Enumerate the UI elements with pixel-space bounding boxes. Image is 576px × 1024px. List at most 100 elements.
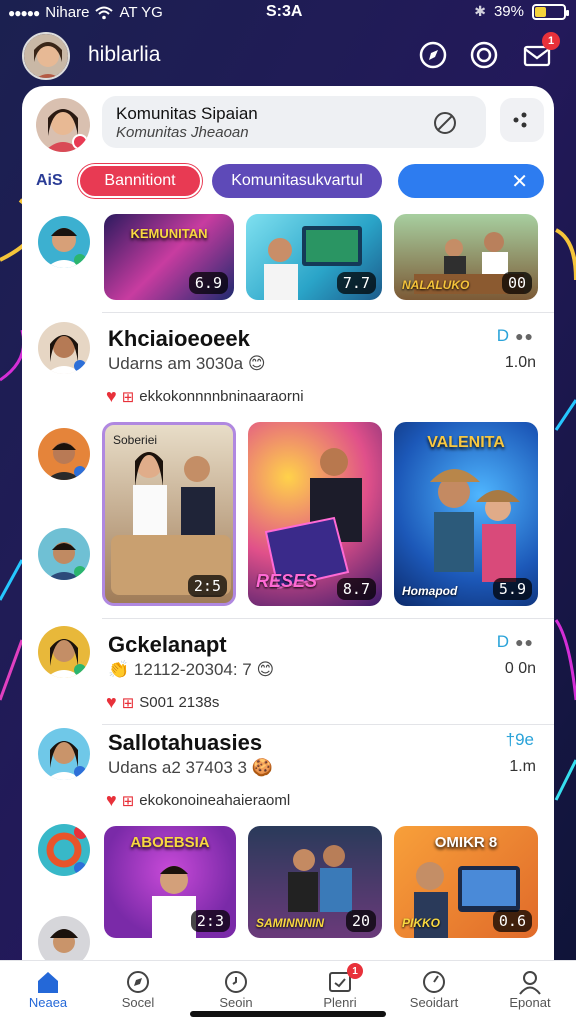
feed-card: Komunitas Sipaian Komunitas Jheaoan AiS … [22, 86, 554, 1024]
nav-search[interactable]: Seoin [188, 969, 284, 1017]
avatar[interactable] [38, 216, 90, 268]
signal-dots-icon: ●●●●● [8, 5, 40, 20]
nav-saved[interactable]: Seoidart [386, 969, 482, 1017]
post-reactions[interactable]: ♥ ⊞ S001 2138s [106, 692, 219, 713]
divider [102, 618, 554, 619]
record-icon[interactable] [469, 40, 499, 70]
divider [102, 724, 554, 725]
thumb-count: 2:5 [187, 575, 227, 597]
more-dots-icon [513, 112, 527, 128]
post-author[interactable]: Khciaioeoeek [108, 326, 250, 352]
video-thumb[interactable]: SAMINNNIN 20 [248, 826, 382, 938]
video-thumb[interactable]: Soberiei 2:5 [102, 422, 236, 606]
thumb-count: 8.7 [336, 578, 376, 600]
post-controls[interactable]: D ●● [497, 632, 534, 652]
thumb-title: VALENITA [427, 434, 505, 451]
profile-avatar[interactable] [22, 32, 70, 80]
post-reactions[interactable]: ♥ ⊞ ekokonoineahaieraoml [106, 790, 290, 811]
avatar[interactable] [38, 322, 90, 374]
thumb-title: ABOEBSIA [130, 834, 210, 851]
video-thumb[interactable]: ABOEBSIA 2:3 [104, 826, 236, 938]
composer-box[interactable]: Komunitas Sipaian Komunitas Jheaoan [102, 96, 486, 148]
post-reactions[interactable]: ♥ ⊞ ekkokonnnnbninaaraorni [106, 386, 304, 407]
video-thumb[interactable]: VALENITA Homapod 5.9 [394, 422, 538, 606]
emoji-icon: 🍪 [251, 758, 273, 777]
composer-subtitle: Komunitas Jheaoan [116, 124, 249, 141]
nav-label: Seoin [219, 995, 253, 1010]
avatar[interactable] [38, 528, 90, 580]
heart-icon: ♥ [106, 790, 117, 810]
network-label: AT YG [119, 4, 163, 21]
post-author[interactable]: Sallotahuasies [108, 730, 262, 756]
gift-icon: ⊞ [121, 388, 135, 406]
thumb-count: 2:3 [190, 910, 230, 932]
compass-icon[interactable] [418, 40, 448, 70]
composer-avatar[interactable] [36, 98, 90, 152]
gauge-icon [423, 971, 445, 993]
chip-komunitas[interactable]: Komunitasukvartul [212, 164, 382, 198]
thumb-count: 20 [345, 910, 376, 932]
post-author[interactable]: Gckelanapt [108, 632, 227, 658]
post-time: 1.m [509, 758, 536, 775]
avatar[interactable] [38, 824, 90, 876]
nav-label: Eponat [509, 995, 551, 1010]
more-options-button[interactable] [500, 98, 544, 142]
post-meta: Udans a2 37403 3 🍪 [108, 758, 273, 777]
top-bar: hiblarlia 1 [0, 28, 576, 84]
chip-bannitiont[interactable]: Bannitiont [78, 164, 202, 198]
nav-plenri[interactable]: 1 Plenri [292, 963, 388, 1017]
video-thumb[interactable]: NALALUKO 00 [394, 214, 538, 300]
thumb-caption: NALALUKO [402, 278, 470, 292]
heart-icon: ♥ [106, 386, 117, 406]
thumb-count: 0.6 [492, 910, 532, 932]
avatar[interactable] [38, 428, 90, 480]
video-thumb[interactable]: OMIKR 8 PIKKO 0.6 [394, 826, 538, 938]
post-time: 1.0n [504, 354, 536, 371]
emoji-icon: 😊 [256, 660, 275, 679]
thumb-count: 5.9 [492, 578, 532, 600]
avatar[interactable] [38, 728, 90, 780]
notifications-icon: 1 [327, 963, 363, 995]
thumb-caption: SAMINNNIN [256, 916, 324, 930]
avatar[interactable] [38, 626, 90, 678]
bluetooth-icon: ✱ [474, 3, 486, 19]
thumb-title: RESES [256, 571, 318, 591]
video-thumb[interactable]: KEMUNITAN 6.9 [104, 214, 234, 300]
post-controls[interactable]: †9e [506, 730, 534, 750]
clock-icon [225, 971, 247, 993]
thumb-title: OMIKR 8 [434, 834, 498, 851]
filter-label: AiS [36, 172, 63, 189]
wifi-icon [95, 6, 114, 19]
video-thumb[interactable]: RESES 8.7 [248, 422, 382, 606]
home-indicator[interactable] [190, 1011, 386, 1017]
post-meta: Udarns am 3030a 😊 [108, 354, 266, 373]
home-icon [38, 972, 58, 993]
carrier-label: Nihare [45, 4, 90, 21]
nav-home[interactable]: Neaea [0, 969, 96, 1017]
emoji-icon: 👏 [108, 660, 130, 679]
person-icon [519, 971, 541, 995]
chip-active[interactable]: ✕ [398, 164, 544, 198]
heart-icon: ♥ [106, 692, 117, 712]
composer-title: Komunitas Sipaian [116, 104, 258, 123]
battery-percent: 39% [493, 3, 524, 20]
post-meta: 👏 12112-20304: 7 😊 [108, 660, 275, 679]
battery-icon [532, 3, 569, 20]
thumb-title: Soberiei [113, 433, 158, 447]
app-title: hiblarlia [88, 43, 161, 66]
close-icon[interactable]: ✕ [511, 169, 528, 194]
nav-profile[interactable]: Eponat [482, 969, 576, 1017]
post-controls[interactable]: D ●● [497, 326, 534, 346]
filter-chips: AiS Bannitiont Komunitasukvartul ✕ [22, 164, 554, 200]
nav-social[interactable]: Socel [90, 969, 186, 1017]
video-thumb[interactable]: 7.7 [246, 214, 382, 300]
thumb-caption: PIKKO [402, 916, 441, 930]
thumb-count: 6.9 [188, 272, 228, 294]
nav-label: Plenri [323, 995, 357, 1010]
inbox-icon[interactable]: 1 [522, 32, 560, 70]
explore-icon [127, 971, 149, 993]
nav-label: Neaea [28, 995, 68, 1010]
nav-label: Seoidart [409, 995, 459, 1010]
inbox-badge: 1 [542, 32, 560, 50]
edit-icon[interactable] [430, 108, 460, 138]
